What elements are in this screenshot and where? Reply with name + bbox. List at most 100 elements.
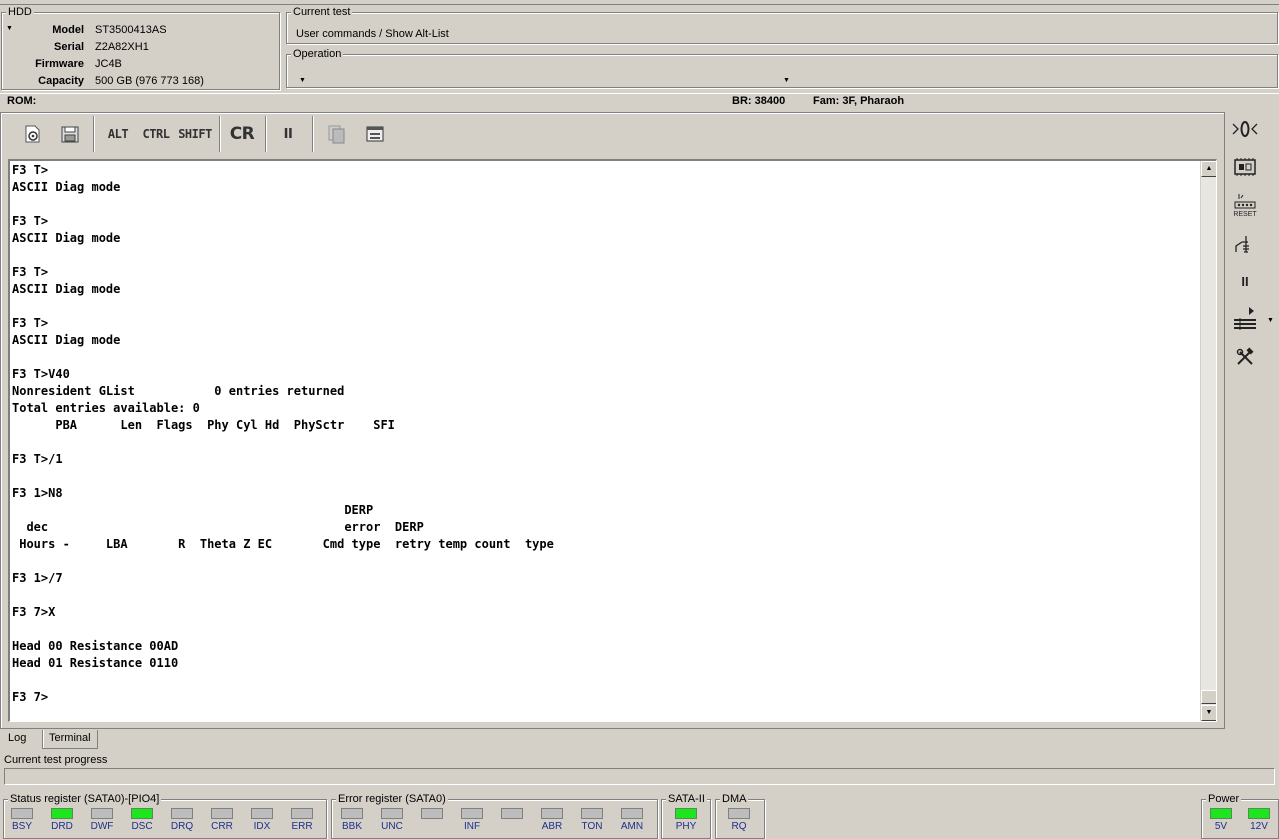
hdd-model-row: Model ST3500413AS: [2, 22, 278, 39]
terminal-line: F3 T>/1: [12, 452, 63, 466]
led-light: [251, 808, 273, 819]
terminal-line: F3 7>: [12, 690, 49, 704]
scroll-up-button[interactable]: ▲: [1201, 161, 1216, 177]
current-test-value: User commands / Show Alt-List: [296, 28, 449, 40]
sata2-title: SATA-II: [666, 793, 707, 806]
tab-log-label: Log: [8, 732, 27, 744]
hdd-info-panel: HDD ▼ Model ST3500413AS Serial Z2A82XH1 …: [1, 6, 280, 90]
led-light: [621, 808, 643, 819]
hdd-serial-row: Serial Z2A82XH1: [2, 39, 278, 56]
current-test-title: Current test: [291, 6, 353, 19]
scroll-down-button[interactable]: ▼: [1201, 705, 1216, 721]
info-bar: ROM: BR: 38400 Fam: 3F, Pharaoh: [0, 93, 1279, 111]
led-light: [11, 808, 33, 819]
transfer-dropdown-icon[interactable]: ▼: [1267, 317, 1274, 324]
terminal-line: PBA Len Flags Phy Cyl Hd PhySctr SFI: [12, 418, 395, 432]
hdd-model-value: ST3500413AS: [95, 24, 167, 36]
operation-panel: Operation ▼ ▼: [286, 48, 1278, 88]
terminal-output[interactable]: F3 T> ASCII Diag mode F3 T> ASCII Diag mode…: [8, 159, 1217, 722]
pause-button[interactable]: II: [273, 117, 303, 151]
transfer-button[interactable]: [1230, 304, 1260, 332]
side-pause-icon: II: [1241, 273, 1249, 289]
alt-key-label: ALT: [107, 127, 129, 141]
toolbar-separator: [219, 116, 221, 152]
save-button[interactable]: [55, 117, 85, 151]
carriage-return-button[interactable]: CR: [227, 117, 257, 151]
terminal-line: Head 01 Resistance 0110: [12, 656, 179, 670]
status-register-indicator: ERR: [290, 808, 314, 833]
sata2-indicator: PHY: [674, 808, 698, 833]
side-pause-button[interactable]: II: [1230, 268, 1260, 294]
led-label: 12V: [1250, 821, 1268, 832]
led-label: INF: [463, 821, 481, 832]
probe-button[interactable]: [1230, 231, 1260, 257]
scroll-thumb[interactable]: [1201, 690, 1216, 704]
error-register-indicator: AMN: [620, 808, 644, 833]
current-test-panel: Current test User commands / Show Alt-Li…: [286, 6, 1278, 44]
board-button[interactable]: [1230, 154, 1260, 180]
pause-icon: II: [283, 126, 293, 142]
keyboard-window-icon: [366, 126, 384, 142]
led-label: AMN: [620, 821, 644, 832]
operation-dropdown-icon[interactable]: ▼: [783, 77, 790, 84]
tab-terminal-label: Terminal: [49, 732, 91, 744]
operation-left-arrow-icon: ▼: [299, 77, 306, 84]
led-light: [291, 808, 313, 819]
terminal-line: ASCII Diag mode: [12, 231, 121, 245]
operation-select[interactable]: ▼ ▼: [293, 69, 793, 85]
power-toggle-button[interactable]: [1230, 116, 1260, 142]
led-light: [541, 808, 563, 819]
ctrl-key-button[interactable]: CTRL: [141, 117, 171, 151]
led-light: [341, 808, 363, 819]
hammer-wrench-icon: [1236, 347, 1254, 365]
hdd-capacity-row: Capacity 500 GB (976 773 168): [2, 73, 278, 90]
alt-key-button[interactable]: ALT: [103, 117, 133, 151]
terminal-scrollbar[interactable]: ▲ ▼: [1200, 161, 1216, 721]
circuit-board-icon: [1234, 158, 1256, 176]
led-label: BBK: [341, 821, 362, 832]
hdd-model-label: Model: [52, 24, 84, 36]
terminal-line: F3 T>: [12, 163, 49, 177]
progress-bar: [4, 768, 1275, 785]
led-light: [51, 808, 73, 819]
led-label: DRD: [51, 821, 73, 832]
led-label: PHY: [675, 821, 697, 832]
led-light: [91, 808, 113, 819]
reset-pins-icon: [1234, 194, 1256, 209]
terminal-settings-button[interactable]: [360, 117, 390, 151]
error-register-title: Error register (SATA0): [336, 793, 448, 806]
terminal-line: F3 1>/7: [12, 571, 63, 585]
shift-key-button[interactable]: SHIFT: [178, 117, 212, 151]
hdd-capacity-label: Capacity: [38, 75, 84, 87]
tab-log[interactable]: Log: [2, 730, 42, 749]
terminal-line: F3 T>: [12, 265, 49, 279]
error-register-indicator: BBK: [340, 808, 364, 833]
led-label: DWF: [90, 821, 114, 832]
hdd-firmware-label: Firmware: [35, 58, 84, 70]
led-label: DSC: [131, 821, 153, 832]
led-light: [461, 808, 483, 819]
led-light: [131, 808, 153, 819]
status-register-indicator: DRQ: [170, 808, 194, 833]
toolbar-separator: [265, 116, 267, 152]
led-label: DRQ: [170, 821, 194, 832]
gear-document-icon: [25, 125, 40, 143]
led-light: [211, 808, 233, 819]
tab-terminal[interactable]: Terminal: [42, 730, 98, 749]
open-settings-button[interactable]: [17, 117, 47, 151]
error-register-indicator: [500, 808, 524, 821]
operation-title: Operation: [291, 48, 344, 61]
status-register-indicator: DSC: [130, 808, 154, 833]
reset-button[interactable]: RESET: [1230, 191, 1260, 221]
terminal-line: F3 1>N8: [12, 486, 63, 500]
tools-button[interactable]: [1230, 344, 1260, 370]
power-indicator: 5V: [1209, 808, 1233, 833]
copy-button[interactable]: [321, 117, 351, 151]
terminal-line: dec error DERP: [12, 520, 424, 534]
status-register-indicator: BSY: [10, 808, 34, 833]
led-label: ERR: [291, 821, 313, 832]
